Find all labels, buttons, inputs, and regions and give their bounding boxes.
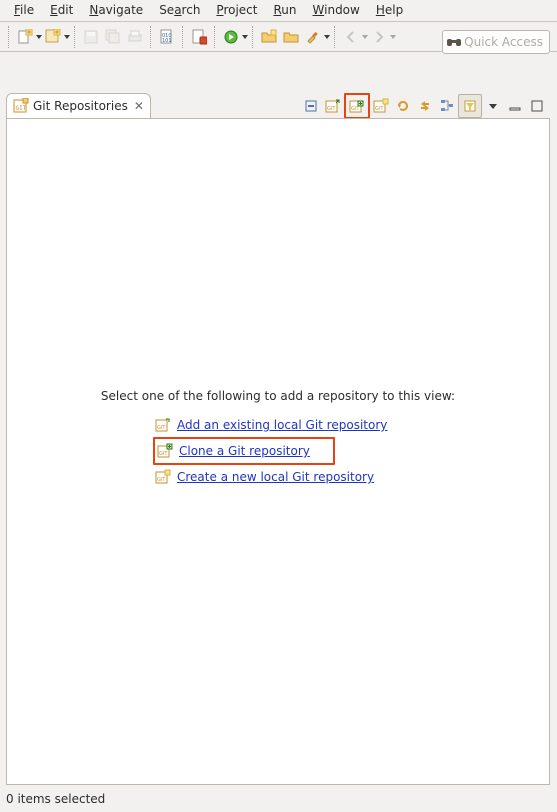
clone-repo-icon[interactable]: GIT <box>344 93 370 119</box>
add-existing-repo-icon[interactable]: GIT <box>322 95 344 117</box>
quick-access-placeholder: Quick Access <box>464 35 543 49</box>
view-menu-icon[interactable] <box>482 95 504 117</box>
menu-run[interactable]: Run <box>265 0 304 21</box>
svg-text:GIT: GIT <box>16 105 27 112</box>
git-repo-icon: GIT <box>13 98 29 114</box>
quick-access-field[interactable]: Quick Access <box>442 30 550 54</box>
minimize-icon[interactable] <box>504 95 526 117</box>
new-dropdown[interactable] <box>36 29 42 45</box>
stop-icon[interactable] <box>191 29 207 45</box>
empty-prompt: Select one of the following to add a rep… <box>7 389 549 403</box>
view-body: Select one of the following to add a rep… <box>6 118 550 785</box>
svg-text:GIT: GIT <box>351 106 360 112</box>
create-repo-row-icon: GIT <box>155 469 171 485</box>
save-icon[interactable] <box>83 29 99 45</box>
close-icon[interactable]: ✕ <box>134 99 144 113</box>
svg-text:GIT: GIT <box>157 477 166 483</box>
forward-icon[interactable] <box>371 29 387 45</box>
create-repo-icon[interactable]: GIT <box>370 95 392 117</box>
save-all-icon[interactable] <box>105 29 121 45</box>
back-dropdown[interactable] <box>362 29 368 45</box>
menu-window[interactable]: Window <box>305 0 368 21</box>
maximize-icon[interactable] <box>526 95 548 117</box>
save-plus-icon[interactable] <box>45 29 61 45</box>
svg-text:101: 101 <box>162 38 172 44</box>
svg-text:GIT: GIT <box>159 451 168 457</box>
binoculars-icon <box>446 35 462 49</box>
back-icon[interactable] <box>343 29 359 45</box>
run-icon[interactable] <box>223 29 239 45</box>
tab-title: Git Repositories <box>33 99 128 113</box>
run-dropdown[interactable] <box>242 29 248 45</box>
collapse-all-icon[interactable] <box>300 95 322 117</box>
view-toolbar: GIT GIT GIT <box>300 94 550 118</box>
clone-repo-row-icon: GIT <box>157 443 173 459</box>
add-repo-row-icon: GIT <box>155 417 171 433</box>
menu-project[interactable]: Project <box>208 0 265 21</box>
binary-icon[interactable]: 010101 <box>159 29 175 45</box>
refresh-icon[interactable] <box>392 95 414 117</box>
menu-help[interactable]: Help <box>368 0 411 21</box>
hierarchy-icon[interactable] <box>436 95 458 117</box>
git-repositories-view: GIT Git Repositories ✕ GIT GIT GIT Selec… <box>6 92 550 785</box>
menu-bar: File Edit Navigate Search Project Run Wi… <box>0 0 557 22</box>
link-create[interactable]: Create a new local Git repository <box>177 470 374 484</box>
save-plus-dropdown[interactable] <box>64 29 70 45</box>
menu-file[interactable]: File <box>6 0 42 21</box>
view-tabbar: GIT Git Repositories ✕ GIT GIT GIT <box>6 92 550 118</box>
menu-edit[interactable]: Edit <box>42 0 81 21</box>
svg-text:GIT: GIT <box>375 106 384 112</box>
brush-icon[interactable] <box>305 29 321 45</box>
tab-git-repositories[interactable]: GIT Git Repositories ✕ <box>6 93 151 118</box>
folder-icon[interactable] <box>283 29 299 45</box>
new-icon[interactable] <box>17 29 33 45</box>
menu-navigate[interactable]: Navigate <box>81 0 151 21</box>
forward-dropdown[interactable] <box>390 29 396 45</box>
svg-text:GIT: GIT <box>157 425 166 431</box>
brush-dropdown[interactable] <box>324 29 330 45</box>
link-add-existing[interactable]: Add an existing local Git repository <box>177 418 387 432</box>
link-clone[interactable]: Clone a Git repository <box>179 444 310 458</box>
quick-access-bar: Quick Access <box>442 30 550 54</box>
svg-text:GIT: GIT <box>327 106 336 112</box>
print-icon[interactable] <box>127 29 143 45</box>
status-bar: 0 items selected <box>6 792 105 806</box>
filter-toggle-icon[interactable] <box>458 94 482 118</box>
open-folder-icon[interactable] <box>261 29 277 45</box>
menu-search[interactable]: Search <box>151 0 208 21</box>
link-editor-icon[interactable] <box>414 95 436 117</box>
